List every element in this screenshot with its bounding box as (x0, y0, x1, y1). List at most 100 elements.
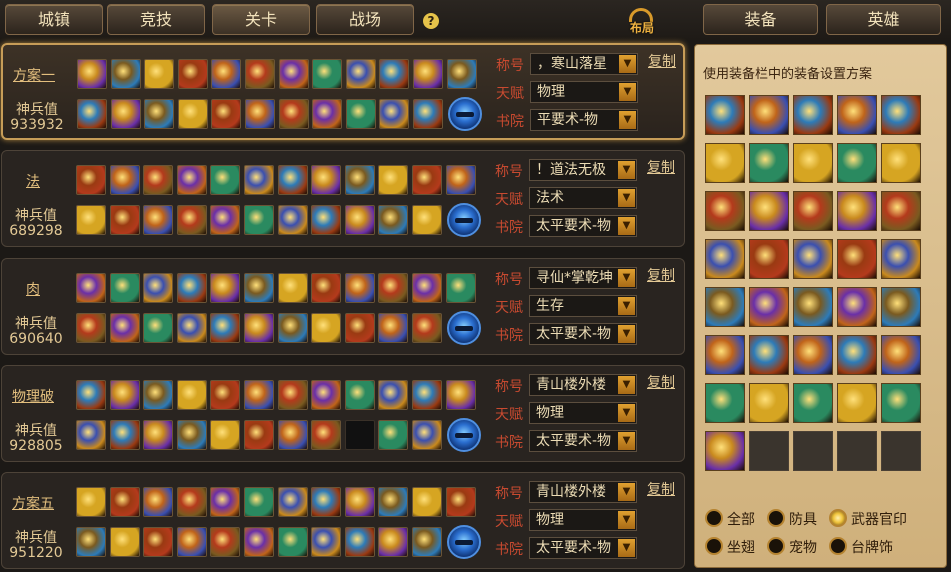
equipment-slot[interactable] (210, 487, 241, 517)
set-name[interactable]: 方案五 (2, 493, 64, 513)
inventory-slot[interactable] (705, 239, 745, 279)
equipment-slot[interactable] (311, 313, 342, 343)
equipment-slot[interactable] (177, 59, 208, 89)
equipment-slot[interactable] (413, 99, 443, 129)
equipment-slot[interactable] (244, 420, 274, 450)
field-talent-select[interactable]: 物理 ▼ (529, 402, 637, 424)
inventory-slot[interactable] (705, 431, 745, 471)
field-talent-select[interactable]: 法术 ▼ (529, 187, 637, 209)
tab-equipment[interactable]: 装备 (703, 4, 818, 35)
inventory-slot[interactable] (749, 335, 789, 375)
inventory-slot[interactable] (705, 383, 745, 423)
set-name[interactable]: 方案一 (3, 65, 65, 85)
inventory-slot[interactable] (837, 383, 877, 423)
inventory-slot[interactable] (705, 335, 745, 375)
equipment-set-3[interactable]: 物理破 神兵值 928805 称号 青山楼外楼 ▼ 天赋 物理 ▼ 书院 太平要术-物 ▼ 复制 (1, 365, 685, 462)
equipment-slot[interactable] (445, 273, 476, 303)
equipment-slot[interactable] (144, 99, 175, 129)
equipment-slot[interactable] (109, 273, 140, 303)
equipment-slot[interactable] (412, 420, 442, 450)
equipment-slot[interactable] (344, 273, 375, 303)
equipment-slot[interactable] (76, 380, 106, 410)
filter-radio[interactable] (829, 537, 847, 555)
field-title-select[interactable]: 寻仙*掌乾坤 ▼ (529, 267, 637, 289)
copy-button[interactable]: 复制 (647, 479, 675, 499)
inventory-slot[interactable] (749, 191, 789, 231)
equipment-slot[interactable] (210, 420, 241, 450)
equipment-slot[interactable] (379, 99, 410, 129)
equipment-slot[interactable] (143, 165, 174, 195)
equipment-slot[interactable] (76, 313, 106, 343)
field-academy-select[interactable]: 太平要术-物 ▼ (529, 537, 637, 559)
equipment-slot[interactable] (210, 313, 241, 343)
inventory-slot[interactable] (881, 191, 921, 231)
filter-label[interactable]: 宠物 (789, 537, 817, 557)
inventory-slot[interactable] (793, 335, 833, 375)
inventory-slot[interactable] (881, 431, 921, 471)
equipment-slot[interactable] (143, 527, 174, 557)
equipment-slot[interactable] (176, 313, 207, 343)
inventory-slot[interactable] (837, 191, 877, 231)
equipment-slot[interactable] (344, 313, 375, 343)
inventory-slot[interactable] (881, 383, 921, 423)
equipment-slot[interactable] (210, 273, 241, 303)
equipment-slot[interactable] (311, 165, 342, 195)
equipment-slot[interactable] (176, 273, 207, 303)
filter-label[interactable]: 坐翅 (727, 537, 755, 557)
equipment-slot[interactable] (176, 165, 207, 195)
equipment-slot[interactable] (176, 420, 207, 450)
equipment-slot[interactable] (210, 380, 241, 410)
equipment-slot[interactable] (412, 165, 442, 195)
equipment-slot[interactable] (109, 165, 140, 195)
equipment-slot[interactable] (412, 205, 442, 235)
equipment-slot[interactable] (412, 380, 442, 410)
equipment-slot[interactable] (344, 487, 375, 517)
set-name[interactable]: 法 (2, 171, 64, 191)
equipment-slot[interactable] (379, 59, 410, 89)
equipment-slot[interactable] (176, 205, 207, 235)
inventory-slot[interactable] (749, 383, 789, 423)
equipment-slot[interactable] (311, 527, 342, 557)
inventory-slot[interactable] (705, 287, 745, 327)
set-gem-icon[interactable] (446, 525, 481, 559)
equipment-slot[interactable] (143, 205, 174, 235)
set-name[interactable]: 肉 (2, 279, 64, 299)
inventory-slot[interactable] (749, 431, 789, 471)
equipment-slot[interactable] (344, 420, 375, 450)
equipment-slot[interactable] (446, 59, 477, 89)
equipment-slot[interactable] (344, 527, 375, 557)
equipment-slot[interactable] (245, 59, 275, 89)
equipment-slot[interactable] (177, 99, 208, 129)
equipment-slot[interactable] (378, 380, 409, 410)
inventory-slot[interactable] (837, 239, 877, 279)
equipment-slot[interactable] (244, 313, 274, 343)
equipment-slot[interactable] (244, 205, 274, 235)
equipment-slot[interactable] (378, 420, 409, 450)
inventory-slot[interactable] (749, 95, 789, 135)
equipment-slot[interactable] (244, 273, 274, 303)
inventory-slot[interactable] (705, 143, 745, 183)
equipment-slot[interactable] (412, 487, 442, 517)
inventory-slot[interactable] (793, 191, 833, 231)
inventory-slot[interactable] (837, 95, 877, 135)
field-academy-select[interactable]: 太平要术-物 ▼ (529, 430, 637, 452)
inventory-slot[interactable] (881, 239, 921, 279)
layout-logo-icon[interactable]: 布局 (622, 8, 662, 36)
inventory-slot[interactable] (837, 431, 877, 471)
inventory-slot[interactable] (881, 95, 921, 135)
equipment-slot[interactable] (277, 313, 308, 343)
equipment-slot[interactable] (311, 487, 342, 517)
inventory-slot[interactable] (793, 143, 833, 183)
equipment-slot[interactable] (210, 205, 241, 235)
equipment-slot[interactable] (345, 59, 376, 89)
equipment-slot[interactable] (77, 59, 107, 89)
equipment-slot[interactable] (378, 165, 409, 195)
equipment-slot[interactable] (412, 273, 442, 303)
equipment-slot[interactable] (143, 420, 174, 450)
equipment-slot[interactable] (378, 273, 409, 303)
equipment-slot[interactable] (211, 99, 242, 129)
equipment-slot[interactable] (245, 99, 275, 129)
field-academy-select[interactable]: 太平要术-物 ▼ (529, 215, 637, 237)
equipment-slot[interactable] (244, 380, 274, 410)
equipment-slot[interactable] (109, 380, 140, 410)
